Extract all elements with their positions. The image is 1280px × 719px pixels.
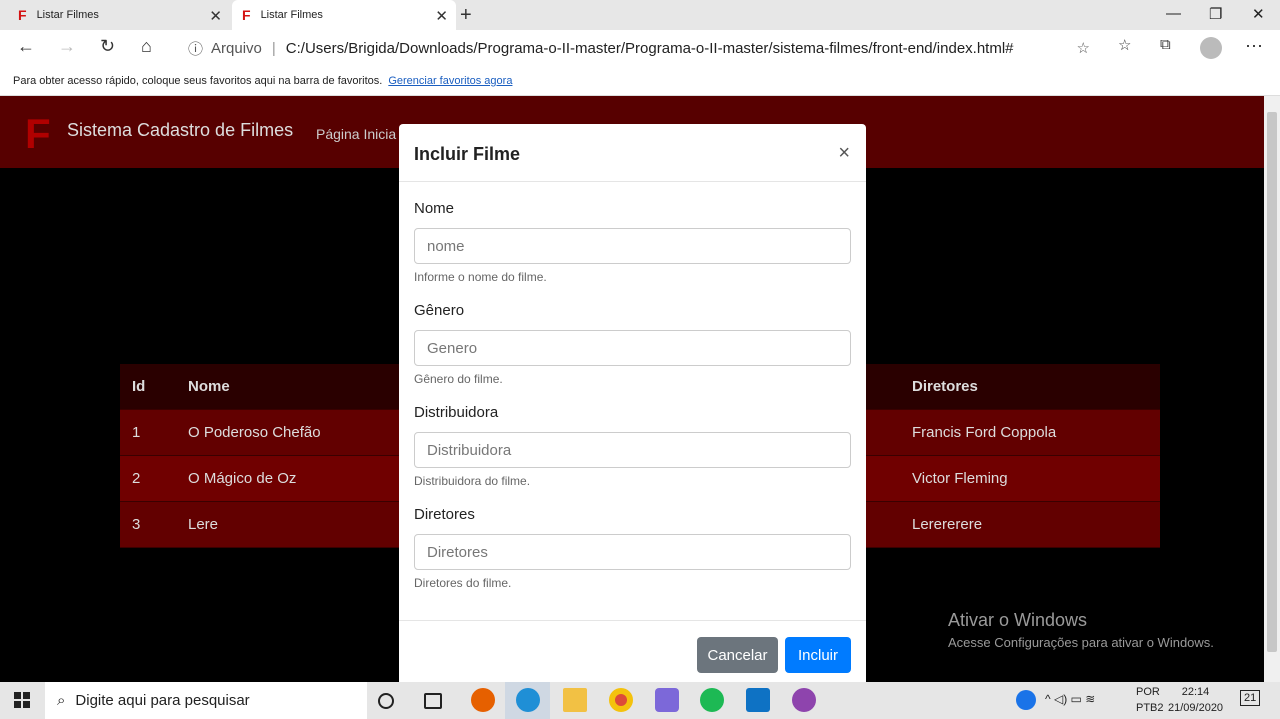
tab-1[interactable]: F Listar Filmes ✕ (0, 0, 230, 30)
tab-favicon: F (18, 7, 27, 23)
activation-title: Ativar o Windows (948, 610, 1088, 630)
close-icon[interactable]: × (838, 142, 850, 165)
lang-line2: PTB2 (1136, 702, 1164, 714)
taskbar-search[interactable]: ⌕ Digite aqui para pesquisar (45, 682, 367, 719)
cell-id: 2 (132, 470, 141, 487)
favorites-bar: Para obter acesso rápido, coloque seus f… (0, 66, 1280, 96)
cell-id: 3 (132, 516, 141, 533)
address-divider: | (271, 39, 276, 57)
modal-title: Incluir Filme (414, 144, 521, 164)
field-help: Informe o nome do filme. (414, 270, 547, 284)
help-icon[interactable] (1016, 690, 1036, 710)
spotify-icon[interactable] (700, 688, 724, 712)
field-diretores: Diretores Diretores Diretores do filme. (414, 506, 851, 590)
star-icon[interactable]: ☆ (1077, 39, 1090, 57)
nav-home-link[interactable]: Página Inicia (316, 126, 396, 142)
modal-header: Incluir Filme × (399, 124, 866, 182)
search-placeholder: Digite aqui para pesquisar (75, 692, 250, 709)
field-distribuidora: Distribuidora Distribuidora Distribuidor… (414, 404, 851, 488)
address-label: Arquivo (211, 39, 262, 57)
profile-avatar[interactable] (1200, 37, 1222, 59)
windows-activation-watermark: Ativar o Windows Acesse Configurações pa… (948, 610, 1214, 650)
field-label: Gênero (414, 302, 465, 319)
lang-line1: POR (1136, 686, 1160, 698)
genero-input[interactable]: Genero (414, 330, 851, 366)
diretores-input[interactable]: Diretores (414, 534, 851, 570)
cortana-icon[interactable] (378, 693, 394, 709)
restore-icon[interactable]: ❐ (1209, 5, 1222, 23)
github-desktop-icon[interactable] (792, 688, 816, 712)
header-diretores: Diretores (912, 378, 978, 395)
windows-start-icon[interactable] (14, 692, 30, 708)
clock-date: 21/09/2020 (1168, 702, 1224, 714)
forward-icon[interactable]: → (58, 36, 76, 57)
firefox-icon[interactable] (471, 688, 495, 712)
info-icon: ⓘ (188, 40, 204, 58)
field-help: Diretores do filme. (414, 576, 512, 590)
address-url: C:/Users/Brigida/Downloads/Programa-o-II… (285, 39, 1014, 57)
field-genero: Gênero Genero Gênero do filme. (414, 302, 851, 386)
discord-icon[interactable] (655, 688, 679, 712)
address-bar[interactable]: ⓘ Arquivo | C:/Users/Brigida/Downloads/P… (176, 33, 1100, 63)
field-help: Distribuidora do filme. (414, 474, 531, 488)
close-icon[interactable]: ✕ (209, 7, 222, 25)
vscode-icon[interactable] (746, 688, 770, 712)
cell-id: 1 (132, 424, 141, 441)
window-close-icon[interactable]: ✕ (1252, 5, 1265, 23)
taskbar: ⌕ Digite aqui para pesquisar ^ ◁) ▭ ≋ PO… (0, 682, 1280, 719)
field-label: Nome (414, 200, 455, 217)
file-explorer-icon[interactable] (563, 688, 587, 712)
tab-title: Listar Filmes (260, 9, 323, 21)
field-help: Gênero do filme. (414, 372, 503, 386)
scrollbar-thumb[interactable] (1267, 112, 1277, 652)
header-id: Id (132, 378, 146, 395)
taskbar-clock[interactable]: 22:14 21/09/2020 (1168, 684, 1223, 716)
tray-icons[interactable]: ^ ◁) ▭ ≋ (1045, 692, 1095, 706)
tab-title: Listar Filmes (36, 9, 99, 21)
browser-titlebar: F Listar Filmes ✕ F Listar Filmes ✕ + — … (0, 0, 1280, 30)
distribuidora-input[interactable]: Distribuidora (414, 432, 851, 468)
chrome-icon[interactable] (609, 688, 633, 712)
cell-diretores: Lerererere (912, 516, 983, 533)
new-tab-icon[interactable]: + (460, 4, 472, 27)
field-nome: Nome nome Informe o nome do filme. (414, 200, 851, 284)
activation-subtitle: Acesse Configurações para ativar o Windo… (948, 635, 1214, 650)
back-icon[interactable]: ← (17, 36, 35, 57)
modal-footer: Cancelar Incluir (399, 620, 866, 682)
include-button[interactable]: Incluir (785, 637, 851, 673)
app-brand[interactable]: Sistema Cadastro de Filmes (67, 120, 293, 141)
home-icon[interactable]: ⌂ (141, 36, 152, 57)
notification-count: 21 (1244, 692, 1257, 704)
tab-2[interactable]: F Listar Filmes ✕ (232, 0, 456, 30)
favorites-icon[interactable]: ☆ (1118, 36, 1131, 54)
browser-navbar: ← → ↻ ⌂ ⓘ Arquivo | C:/Users/Brigida/Dow… (0, 30, 1280, 66)
search-icon: ⌕ (57, 692, 66, 709)
tab-favicon: F (242, 7, 251, 23)
cell-diretores: Francis Ford Coppola (912, 424, 1057, 441)
notification-icon[interactable]: 21 (1240, 690, 1261, 706)
field-label: Diretores (414, 506, 475, 523)
collections-icon[interactable]: ⧉ (1160, 36, 1171, 53)
minimize-icon[interactable]: — (1166, 5, 1181, 22)
nome-input[interactable]: nome (414, 228, 851, 264)
manage-favorites-link[interactable]: Gerenciar favoritos agora (388, 75, 512, 87)
task-view-icon[interactable] (424, 693, 442, 709)
cancel-button[interactable]: Cancelar (697, 637, 778, 673)
refresh-icon[interactable]: ↻ (100, 36, 115, 57)
clock-time: 22:14 (1181, 686, 1210, 698)
include-film-modal: Incluir Filme × Nome nome Informe o nome… (399, 124, 866, 682)
cell-diretores: Victor Fleming (912, 470, 1008, 487)
page-scrollbar[interactable] (1264, 96, 1280, 682)
favorites-text: Para obter acesso rápido, coloque seus f… (13, 74, 383, 87)
field-label: Distribuidora (414, 404, 499, 421)
more-icon[interactable]: ⋯ (1245, 36, 1263, 57)
app-logo[interactable]: F (25, 110, 51, 158)
close-icon[interactable]: ✕ (435, 7, 448, 25)
edge-icon[interactable] (516, 688, 540, 712)
language-indicator[interactable]: POR PTB2 (1136, 684, 1164, 716)
